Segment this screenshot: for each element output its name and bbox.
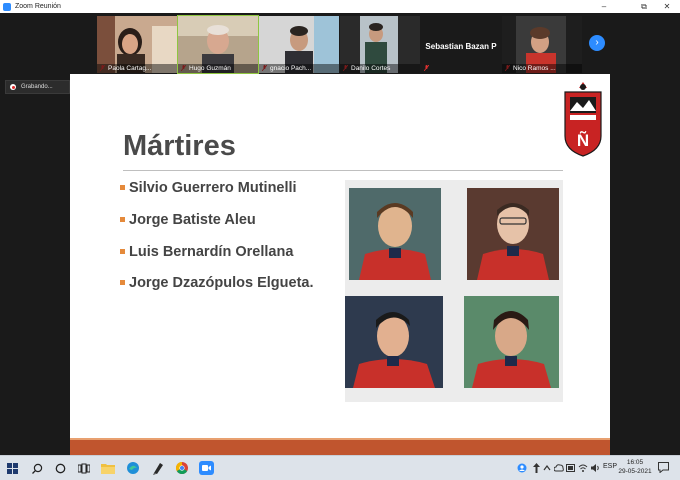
portrait-image [349,188,441,280]
network-icon[interactable] [532,463,541,473]
participant-name: Paola Cartag... [97,64,177,73]
chevron-up-icon[interactable] [543,464,551,472]
participant-tile[interactable]: Hugo Guzmán [177,15,259,74]
wifi-icon[interactable] [578,463,588,473]
clock-date: 29-05-2021 [618,468,652,475]
battery-icon[interactable] [566,464,576,472]
portrait-image [345,296,443,388]
chevron-right-icon[interactable]: › [589,35,605,51]
clock-time: 16:05 [626,459,644,466]
bullet-square-icon [120,280,125,285]
pen-icon[interactable] [151,461,165,475]
participant-tile[interactable]: Danilo Cortes [340,16,420,73]
bullet-text: Luis Bernardín Orellana [129,244,294,260]
minimize-button[interactable]: – [593,0,615,13]
bullet-square-icon [120,217,125,222]
bullet-text: Jorge Batiste Aleu [129,212,256,228]
recording-label: Grabando... [21,84,53,90]
bullet-item: Luis Bernardín Orellana [120,244,293,260]
participant-name-large: Sebastian Bazan P [425,42,497,51]
people-icon[interactable] [517,463,527,473]
notifications-icon[interactable] [658,462,669,473]
portrait-gallery [345,180,563,402]
clock[interactable]: 16:05 29-05-2021 [617,458,653,476]
participant-name: gnacio Pach... [259,64,339,73]
window-title: Zoom Reunión [15,3,61,10]
crest-letter: Ñ [577,130,589,150]
bullet-item: Silvio Guerrero Mutinelli [120,180,297,196]
volume-icon[interactable] [590,463,600,473]
title-bar: Zoom Reunión – ⧉ ✕ [0,0,680,13]
task-view-icon[interactable] [78,463,90,474]
school-crest-logo: Ñ [564,82,602,157]
bullet-square-icon [120,185,125,190]
participant-tile[interactable]: Nico Ramos ... [502,16,582,73]
participant-tile[interactable]: gnacio Pach... [259,16,339,73]
search-icon[interactable] [32,463,43,474]
portrait-image [464,296,559,388]
title-divider [123,170,563,171]
bullet-text: Jorge Dzazópulos Elgueta. [129,275,314,291]
taskbar: ESP 16:05 29-05-2021 [0,455,680,480]
close-button[interactable]: ✕ [656,0,678,13]
participant-tile[interactable]: Paola Cartag... [97,16,177,73]
cortana-icon[interactable] [55,463,66,474]
participant-name: Hugo Guzmán [178,64,258,73]
zoom-app-icon [3,2,11,11]
slide-title: Mártires [123,130,236,162]
language-indicator[interactable]: ESP [603,463,617,470]
bullet-item: Jorge Dzazópulos Elgueta. [120,275,314,291]
participant-name: Danilo Cortes [340,64,420,73]
chrome-icon[interactable] [175,461,189,475]
participant-name: Nico Ramos ... [502,64,582,73]
mic-muted-icon [424,65,429,71]
cloud-icon[interactable] [554,463,564,473]
maximize-button[interactable]: ⧉ [633,0,655,13]
record-icon [10,84,16,90]
bullet-text: Silvio Guerrero Mutinelli [129,180,297,196]
bullet-item: Jorge Batiste Aleu [120,212,256,228]
recording-indicator[interactable]: Grabando... [5,80,70,94]
bullet-square-icon [120,249,125,254]
participant-tile[interactable]: Sebastian Bazan P [421,16,501,73]
meeting-area: Paola Cartag... Hugo Guzmán gnacio Pach.… [0,13,680,468]
start-icon[interactable] [7,463,18,474]
zoom-icon[interactable] [199,461,214,475]
edge-icon[interactable] [126,461,140,475]
portrait-image [467,188,559,280]
file-explorer-icon[interactable] [101,462,115,474]
zoom-window: Zoom Reunión – ⧉ ✕ Paola Cartag... Hugo … [0,0,680,480]
shared-slide: Ñ Mártires Silvio Guerrero Mutinelli Jor… [70,74,610,468]
